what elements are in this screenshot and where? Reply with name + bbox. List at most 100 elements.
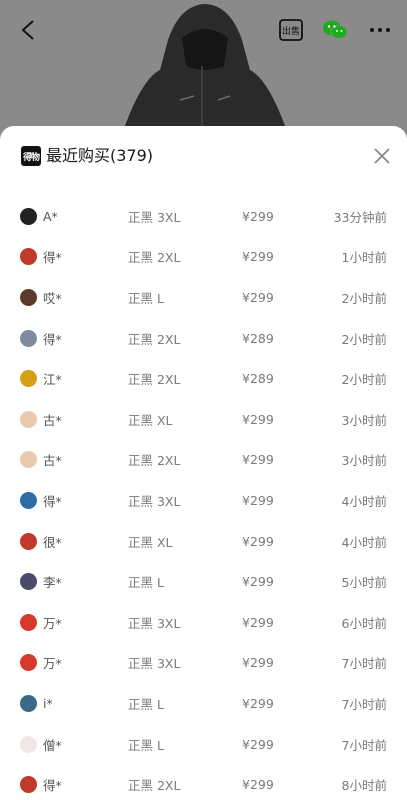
purchase-spec: 正黑 2XL	[128, 372, 181, 388]
purchase-time: 2小时前	[341, 372, 387, 388]
buyer-name: 得*	[43, 493, 62, 509]
purchase-spec: 正黑 3XL	[128, 209, 181, 225]
purchase-price: ¥299	[242, 492, 274, 508]
buyer-name: A*	[43, 208, 58, 224]
avatar	[20, 329, 37, 347]
avatar	[20, 532, 37, 550]
buyer-name: 江*	[43, 372, 62, 388]
purchase-list[interactable]: A* 正黑 3XL ¥299 33分钟前得* 正黑 2XL ¥299 1小时前哎* 正黑 L ¥…	[8, 186, 399, 800]
purchase-price: ¥299	[242, 655, 274, 671]
buyer-name: 李*	[43, 575, 62, 591]
purchase-spec: 正黑 XL	[128, 534, 173, 550]
purchase-time: 3小时前	[341, 453, 387, 469]
purchase-row: 万* 正黑 3XL ¥299 6小时前	[8, 602, 399, 643]
purchase-row: 得* 正黑 3XL ¥299 4小时前	[8, 480, 399, 521]
purchase-spec: 正黑 L	[128, 290, 164, 306]
avatar	[20, 207, 37, 225]
purchase-time: 7小时前	[341, 696, 387, 712]
purchase-spec: 正黑 2XL	[128, 778, 181, 794]
purchase-row: i* 正黑 L ¥299 7小时前	[8, 683, 399, 724]
buyer-name: 万*	[43, 656, 62, 672]
avatar	[20, 370, 37, 388]
purchase-spec: 正黑 XL	[128, 412, 173, 428]
purchase-row: A* 正黑 3XL ¥299 33分钟前	[8, 196, 399, 237]
purchase-spec: 正黑 L	[128, 575, 164, 591]
purchase-price: ¥299	[242, 777, 274, 793]
buyer-name: i*	[43, 695, 53, 711]
purchase-time: 6小时前	[341, 615, 387, 631]
more-icon[interactable]	[365, 14, 395, 46]
avatar	[20, 288, 37, 306]
purchase-row: 哎* 正黑 L ¥299 2小时前	[8, 277, 399, 318]
purchase-time: 2小时前	[341, 290, 387, 306]
purchase-price: ¥299	[242, 736, 274, 752]
purchase-time: 3小时前	[341, 412, 387, 428]
purchase-spec: 正黑 3XL	[128, 615, 181, 631]
purchase-price: ¥299	[242, 249, 274, 265]
purchase-price: ¥299	[242, 574, 274, 590]
purchase-spec: 正黑 2XL	[128, 331, 181, 347]
purchase-row: 得* 正黑 2XL ¥289 2小时前	[8, 318, 399, 359]
buyer-name: 得*	[43, 331, 62, 347]
purchase-time: 4小时前	[341, 493, 387, 509]
purchase-row: 古* 正黑 XL ¥299 3小时前	[8, 399, 399, 440]
purchase-price: ¥299	[242, 289, 274, 305]
purchase-row: 李* 正黑 L ¥299 5小时前	[8, 561, 399, 602]
purchase-price: ¥299	[242, 614, 274, 630]
buyer-name: 得*	[43, 778, 62, 794]
buyer-name: 很*	[43, 534, 62, 550]
close-icon[interactable]	[370, 144, 394, 168]
purchase-price: ¥299	[242, 533, 274, 549]
sheet-header: 得物 最近购买(379)	[0, 126, 407, 186]
purchase-price: ¥299	[242, 452, 274, 468]
purchase-price: ¥299	[242, 208, 274, 224]
purchase-time: 33分钟前	[333, 209, 387, 225]
purchase-list-inner: A* 正黑 3XL ¥299 33分钟前得* 正黑 2XL ¥299 1小时前哎* 正黑 L ¥…	[8, 186, 399, 800]
sell-icon[interactable]: 出售	[276, 14, 306, 46]
avatar	[20, 451, 37, 469]
purchase-row: 江* 正黑 2XL ¥289 2小时前	[8, 358, 399, 399]
avatar	[20, 776, 37, 794]
product-image-backdrop: 出售	[0, 0, 407, 140]
buyer-name: 哎*	[43, 290, 62, 306]
purchase-row: 得* 正黑 2XL ¥299 8小时前	[8, 764, 399, 800]
purchase-time: 4小时前	[341, 534, 387, 550]
avatar	[20, 735, 37, 753]
purchase-price: ¥289	[242, 371, 274, 387]
purchase-time: 2小时前	[341, 331, 387, 347]
buyer-name: 万*	[43, 615, 62, 631]
purchase-time: 1小时前	[341, 250, 387, 266]
avatar	[20, 248, 37, 266]
buyer-name: 僧*	[43, 737, 62, 753]
purchase-row: 万* 正黑 3XL ¥299 7小时前	[8, 643, 399, 684]
purchase-row: 很* 正黑 XL ¥299 4小时前	[8, 521, 399, 562]
avatar	[20, 573, 37, 591]
purchase-time: 7小时前	[341, 656, 387, 672]
purchase-price: ¥289	[242, 330, 274, 346]
buyer-name: 古*	[43, 453, 62, 469]
dewu-logo: 得物	[21, 146, 41, 166]
purchase-spec: 正黑 2XL	[128, 453, 181, 469]
avatar	[20, 694, 37, 712]
purchase-row: 僧* 正黑 L ¥299 7小时前	[8, 724, 399, 765]
purchase-time: 5小时前	[341, 575, 387, 591]
purchase-time: 7小时前	[341, 737, 387, 753]
avatar	[20, 491, 37, 509]
recent-purchases-sheet: 得物 最近购买(379) A* 正黑 3XL ¥299 33分钟前得* 正黑 2XL ¥2…	[0, 126, 407, 800]
avatar	[20, 410, 37, 428]
svg-text:出售: 出售	[282, 25, 300, 37]
back-icon[interactable]	[12, 14, 44, 46]
buyer-name: 得*	[43, 250, 62, 266]
avatar	[20, 613, 37, 631]
purchase-row: 得* 正黑 2XL ¥299 1小时前	[8, 237, 399, 278]
purchase-price: ¥299	[242, 695, 274, 711]
wechat-icon[interactable]	[320, 14, 350, 46]
purchase-spec: 正黑 L	[128, 696, 164, 712]
purchase-spec: 正黑 2XL	[128, 250, 181, 266]
purchase-price: ¥299	[242, 411, 274, 427]
purchase-time: 8小时前	[341, 778, 387, 794]
purchase-spec: 正黑 3XL	[128, 493, 181, 509]
sheet-title: 最近购买(379)	[46, 146, 154, 165]
avatar	[20, 654, 37, 672]
jacket-image	[120, 4, 290, 140]
